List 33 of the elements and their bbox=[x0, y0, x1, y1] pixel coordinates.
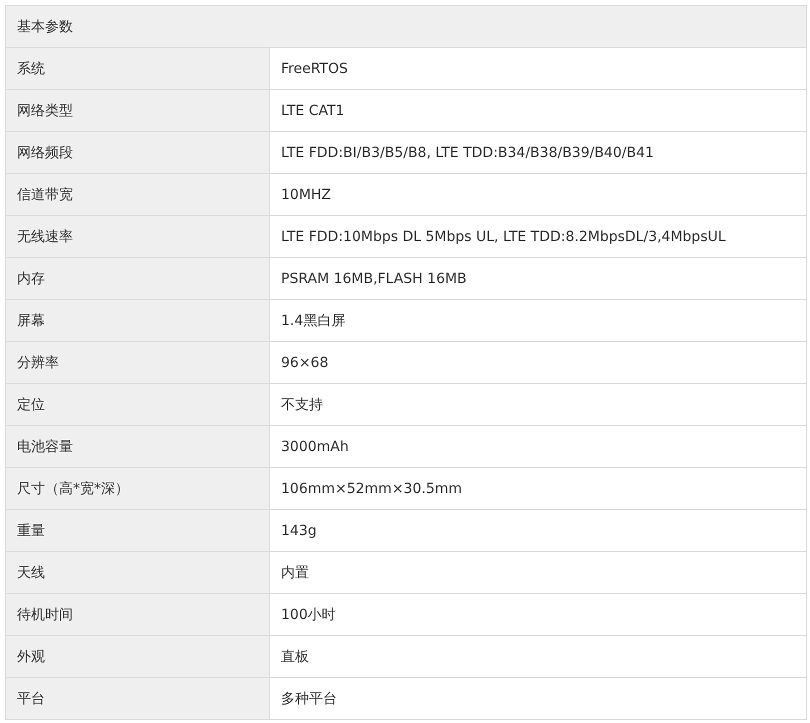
table-cell: 10MHZ bbox=[270, 174, 807, 216]
table-cell: 天线 bbox=[6, 552, 270, 594]
table-header: 基本参数 bbox=[6, 6, 807, 48]
table-cell: 尺寸（高*宽*深） bbox=[6, 468, 270, 510]
table-cell: PSRAM 16MB,FLASH 16MB bbox=[270, 258, 807, 300]
table-cell: 外观 bbox=[6, 636, 270, 678]
table-cell: 信道带宽 bbox=[6, 174, 270, 216]
table-cell: 106mm×52mm×30.5mm bbox=[270, 468, 807, 510]
table-cell: 3000mAh bbox=[270, 426, 807, 468]
table-cell: 待机时间 bbox=[6, 594, 270, 636]
table-cell: 多种平台 bbox=[270, 678, 807, 720]
table-cell: 网络频段 bbox=[6, 132, 270, 174]
table-cell: 100小时 bbox=[270, 594, 807, 636]
table-cell: 直板 bbox=[270, 636, 807, 678]
table-cell: 平台 bbox=[6, 678, 270, 720]
table-cell: LTE CAT1 bbox=[270, 90, 807, 132]
table-cell: 96×68 bbox=[270, 342, 807, 384]
table-cell: 内存 bbox=[6, 258, 270, 300]
table-cell: 电池容量 bbox=[6, 426, 270, 468]
table-cell: LTE FDD:10Mbps DL 5Mbps UL, LTE TDD:8.2MbpsDL/3,4MbpsUL bbox=[270, 216, 807, 258]
table-cell: 系统 bbox=[6, 48, 270, 90]
table-cell: 重量 bbox=[6, 510, 270, 552]
table-cell: FreeRTOS bbox=[270, 48, 807, 90]
table-cell: 内置 bbox=[270, 552, 807, 594]
table-cell: 分辨率 bbox=[6, 342, 270, 384]
table-cell: 1.4黑白屏 bbox=[270, 300, 807, 342]
table-cell: 143g bbox=[270, 510, 807, 552]
table-cell: 屏幕 bbox=[6, 300, 270, 342]
table-cell: 定位 bbox=[6, 384, 270, 426]
table-cell: 无线速率 bbox=[6, 216, 270, 258]
table-cell: LTE FDD:BI/B3/B5/B8, LTE TDD:B34/B38/B39/B40/B41 bbox=[270, 132, 807, 174]
table-cell: 不支持 bbox=[270, 384, 807, 426]
table-cell: 网络类型 bbox=[6, 90, 270, 132]
